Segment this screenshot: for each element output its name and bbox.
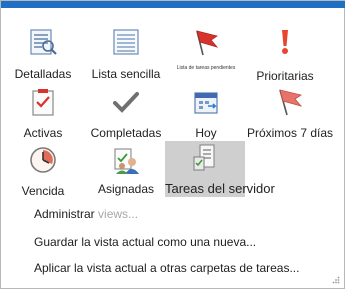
view-server-tasks[interactable]: Tareas del servidor	[165, 141, 275, 197]
manage-views-item[interactable]: Administrar views...	[34, 207, 138, 221]
view-label: Hoy	[195, 126, 217, 140]
save-current-view-item[interactable]: Guardar la vista actual como una nueva..…	[34, 235, 256, 249]
resize-grip-icon[interactable]	[332, 276, 340, 284]
view-gallery-panel: Detalladas Lista sencilla Lista de tarea…	[0, 0, 345, 289]
apply-current-view-item[interactable]: Aplicar la vista actual a otras carpetas…	[34, 261, 299, 275]
detailed-list-icon	[30, 29, 57, 55]
calendar-today-icon	[194, 92, 218, 114]
view-priority[interactable]: Prioritarias	[245, 25, 325, 85]
next-seven-days-icon	[279, 89, 303, 116]
assigned-tasks-icon	[114, 148, 139, 174]
simple-list-icon	[113, 29, 139, 55]
view-today[interactable]: Hoy	[166, 85, 246, 145]
view-active[interactable]: Activas	[3, 85, 83, 145]
view-simple-list[interactable]: Lista sencilla	[86, 25, 166, 85]
clock-icon	[30, 147, 56, 173]
manage-views-suffix: views...	[94, 207, 139, 221]
view-label: Completadas	[90, 126, 162, 140]
checkmark-icon	[113, 92, 139, 113]
view-next-seven-days[interactable]: Próximos 7 días	[247, 85, 333, 145]
view-label: Asignadas	[97, 182, 155, 196]
view-label: Tareas del servidor	[165, 181, 275, 196]
exclamation-icon	[282, 30, 288, 54]
server-tasks-icon	[193, 144, 215, 171]
view-label: Vencida	[21, 184, 65, 198]
save-current-view-label: Guardar la vista actual como una nueva..…	[34, 235, 257, 249]
flag-icon	[196, 30, 219, 56]
view-label: Prioritarias	[256, 69, 314, 83]
view-overdue[interactable]: Vencida	[3, 143, 83, 203]
manage-views-label: Administrar	[34, 207, 95, 221]
view-detailed[interactable]: Detalladas	[3, 25, 83, 85]
view-completed[interactable]: Completadas	[86, 85, 166, 145]
view-assigned[interactable]: Asignadas	[86, 143, 166, 203]
view-label: Próximos 7 días	[246, 126, 334, 140]
view-todo-list[interactable]: Lista de tareas pendientes	[166, 25, 246, 85]
panel-top-border	[1, 1, 345, 8]
active-tasks-icon	[32, 89, 54, 116]
view-label: Lista sencilla	[91, 67, 161, 81]
view-label: Activas	[23, 126, 63, 140]
apply-current-view-label: Aplicar la vista actual a otras carpetas…	[34, 261, 300, 275]
view-label: Detalladas	[14, 67, 72, 81]
